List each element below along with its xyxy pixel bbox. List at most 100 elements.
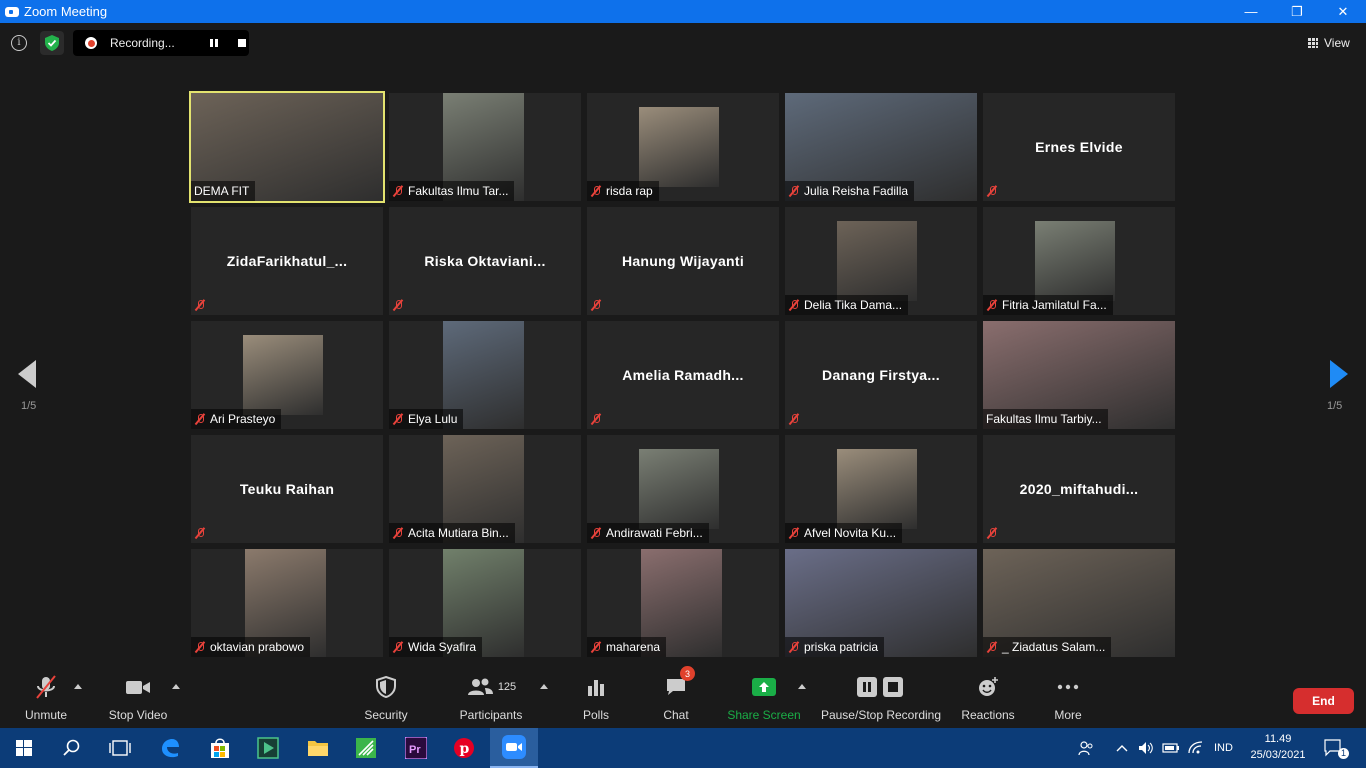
participant-tile[interactable]: Julia Reisha Fadilla (785, 93, 977, 201)
end-meeting-button[interactable]: End (1293, 688, 1354, 714)
speaker-volume-icon[interactable] (1138, 728, 1154, 768)
zoom-taskbar-icon[interactable] (490, 728, 538, 768)
recording-controls-icon (857, 672, 905, 702)
page-indicator-right: 1/5 (1327, 400, 1343, 412)
participant-tile[interactable]: Riska Oktaviani... (389, 207, 581, 315)
svg-text:Pr: Pr (409, 744, 421, 756)
participant-tile[interactable]: Amelia Ramadh... (587, 321, 779, 429)
pause-recording-icon[interactable] (210, 39, 218, 47)
muted-mic-icon (392, 413, 404, 425)
security-button[interactable]: Security (360, 672, 412, 728)
participant-tile[interactable]: Teuku Raihan (191, 435, 383, 543)
participant-display-name: Riska Oktaviani... (424, 253, 546, 269)
gallery-grid: DEMA FIT Fakultas Ilmu Tar... risda rap Jul… (189, 91, 1175, 657)
participant-tile[interactable]: _ Ziadatus Salam... (983, 549, 1175, 657)
system-clock[interactable]: 11.49 25/03/2021 (1244, 731, 1312, 763)
participant-name-label (389, 295, 414, 315)
view-button[interactable]: View (1308, 31, 1358, 55)
notification-center-icon[interactable]: 1 (1324, 728, 1349, 768)
participant-name: _ Ziadatus Salam... (1002, 640, 1106, 654)
input-language-indicator[interactable]: IND (1214, 728, 1233, 768)
minimize-button[interactable]: — (1228, 0, 1274, 23)
participant-tile[interactable]: Acita Mutiara Bin... (389, 435, 581, 543)
participant-name: Andirawati Febri... (606, 526, 703, 540)
polls-icon (586, 672, 606, 702)
participant-tile[interactable]: risda rap (587, 93, 779, 201)
premiere-pro-icon[interactable]: Pr (392, 728, 440, 768)
wifi-icon[interactable] (1188, 728, 1204, 768)
chat-icon: 3 (665, 666, 695, 702)
share-screen-label: Share Screen (727, 708, 801, 722)
participant-tile[interactable]: Hanung Wijayanti (587, 207, 779, 315)
maximize-button[interactable]: ❐ (1274, 0, 1320, 23)
participant-tile[interactable]: Elya Lulu (389, 321, 581, 429)
muted-mic-icon (194, 641, 206, 653)
share-screen-button[interactable]: Share Screen (727, 672, 801, 728)
info-icon[interactable]: i (11, 35, 27, 51)
muted-mic-icon (590, 299, 602, 311)
chat-badge: 3 (680, 666, 695, 681)
participant-display-name: 2020_miftahudi... (1019, 481, 1139, 497)
page-indicator-left: 1/5 (21, 400, 37, 412)
polls-button[interactable]: Polls (574, 672, 618, 728)
muted-microphone-icon (33, 672, 59, 702)
muted-mic-icon (392, 641, 404, 653)
participant-tile[interactable]: ZidaFarikhatul_... (191, 207, 383, 315)
edge-browser-icon[interactable] (146, 728, 194, 768)
participant-tile[interactable]: oktavian prabowo (191, 549, 383, 657)
audio-options-caret-icon[interactable] (74, 684, 82, 689)
previous-page-icon[interactable] (18, 360, 36, 388)
participant-name-label (191, 523, 216, 543)
participant-tile[interactable]: maharena (587, 549, 779, 657)
participant-tile[interactable]: DEMA FIT (189, 91, 385, 203)
participants-button[interactable]: 125 Participants (456, 672, 526, 728)
participant-tile[interactable]: Wida Syafira (389, 549, 581, 657)
participant-tile[interactable]: Fakultas Ilmu Tar... (389, 93, 581, 201)
next-page-icon[interactable] (1330, 360, 1348, 388)
participants-options-caret-icon[interactable] (540, 684, 548, 689)
show-hidden-icons-caret-icon[interactable] (1116, 728, 1128, 768)
stop-recording-icon[interactable] (238, 39, 246, 47)
battery-icon[interactable] (1162, 728, 1180, 768)
participant-tile[interactable]: Fitria Jamilatul Fa... (983, 207, 1175, 315)
search-icon[interactable] (48, 728, 96, 768)
unmute-label: Unmute (24, 708, 68, 722)
pinterest-icon[interactable]: p (440, 728, 488, 768)
muted-mic-icon (788, 527, 800, 539)
participant-tile[interactable]: Fakultas Ilmu Tarbiy... (983, 321, 1175, 429)
participant-name-label: Andirawati Febri... (587, 523, 709, 543)
participant-name: maharena (606, 640, 661, 654)
participant-tile[interactable]: 2020_miftahudi... (983, 435, 1175, 543)
security-shield-icon[interactable] (40, 31, 64, 55)
video-editor-app-icon[interactable] (244, 728, 292, 768)
task-view-icon[interactable] (96, 728, 144, 768)
muted-mic-icon (986, 527, 998, 539)
polls-label: Polls (582, 708, 609, 722)
unmute-button[interactable]: Unmute (20, 672, 72, 728)
participant-tile[interactable]: Ernes Elvide (983, 93, 1175, 201)
participant-name: priska patricia (804, 640, 879, 654)
recording-text: Recording... (110, 36, 175, 50)
share-options-caret-icon[interactable] (798, 684, 806, 689)
participant-name-label (587, 295, 612, 315)
file-explorer-icon[interactable] (294, 728, 342, 768)
participant-name-label (191, 295, 216, 315)
green-app-icon[interactable] (342, 728, 390, 768)
close-button[interactable]: ✕ (1320, 0, 1366, 23)
windows-start-icon[interactable] (0, 728, 48, 768)
participant-tile[interactable]: priska patricia (785, 549, 977, 657)
video-options-caret-icon[interactable] (172, 684, 180, 689)
participant-tile[interactable]: Danang Firstya... (785, 321, 977, 429)
participant-tile[interactable]: Andirawati Febri... (587, 435, 779, 543)
store-icon[interactable] (196, 728, 244, 768)
reactions-button[interactable]: Reactions (960, 672, 1016, 728)
more-button[interactable]: More (1046, 672, 1090, 728)
participant-tile[interactable]: Afvel Novita Ku... (785, 435, 977, 543)
people-icon[interactable] (1078, 728, 1094, 768)
chat-button[interactable]: 3 Chat (654, 666, 698, 728)
participant-tile[interactable]: Ari Prasteyo (191, 321, 383, 429)
title-bar: Zoom Meeting — ❐ ✕ (0, 0, 1366, 23)
pause-stop-recording-button[interactable]: Pause/Stop Recording (820, 672, 942, 728)
participant-tile[interactable]: Delia Tika Dama... (785, 207, 977, 315)
stop-video-button[interactable]: Stop Video (104, 672, 172, 728)
